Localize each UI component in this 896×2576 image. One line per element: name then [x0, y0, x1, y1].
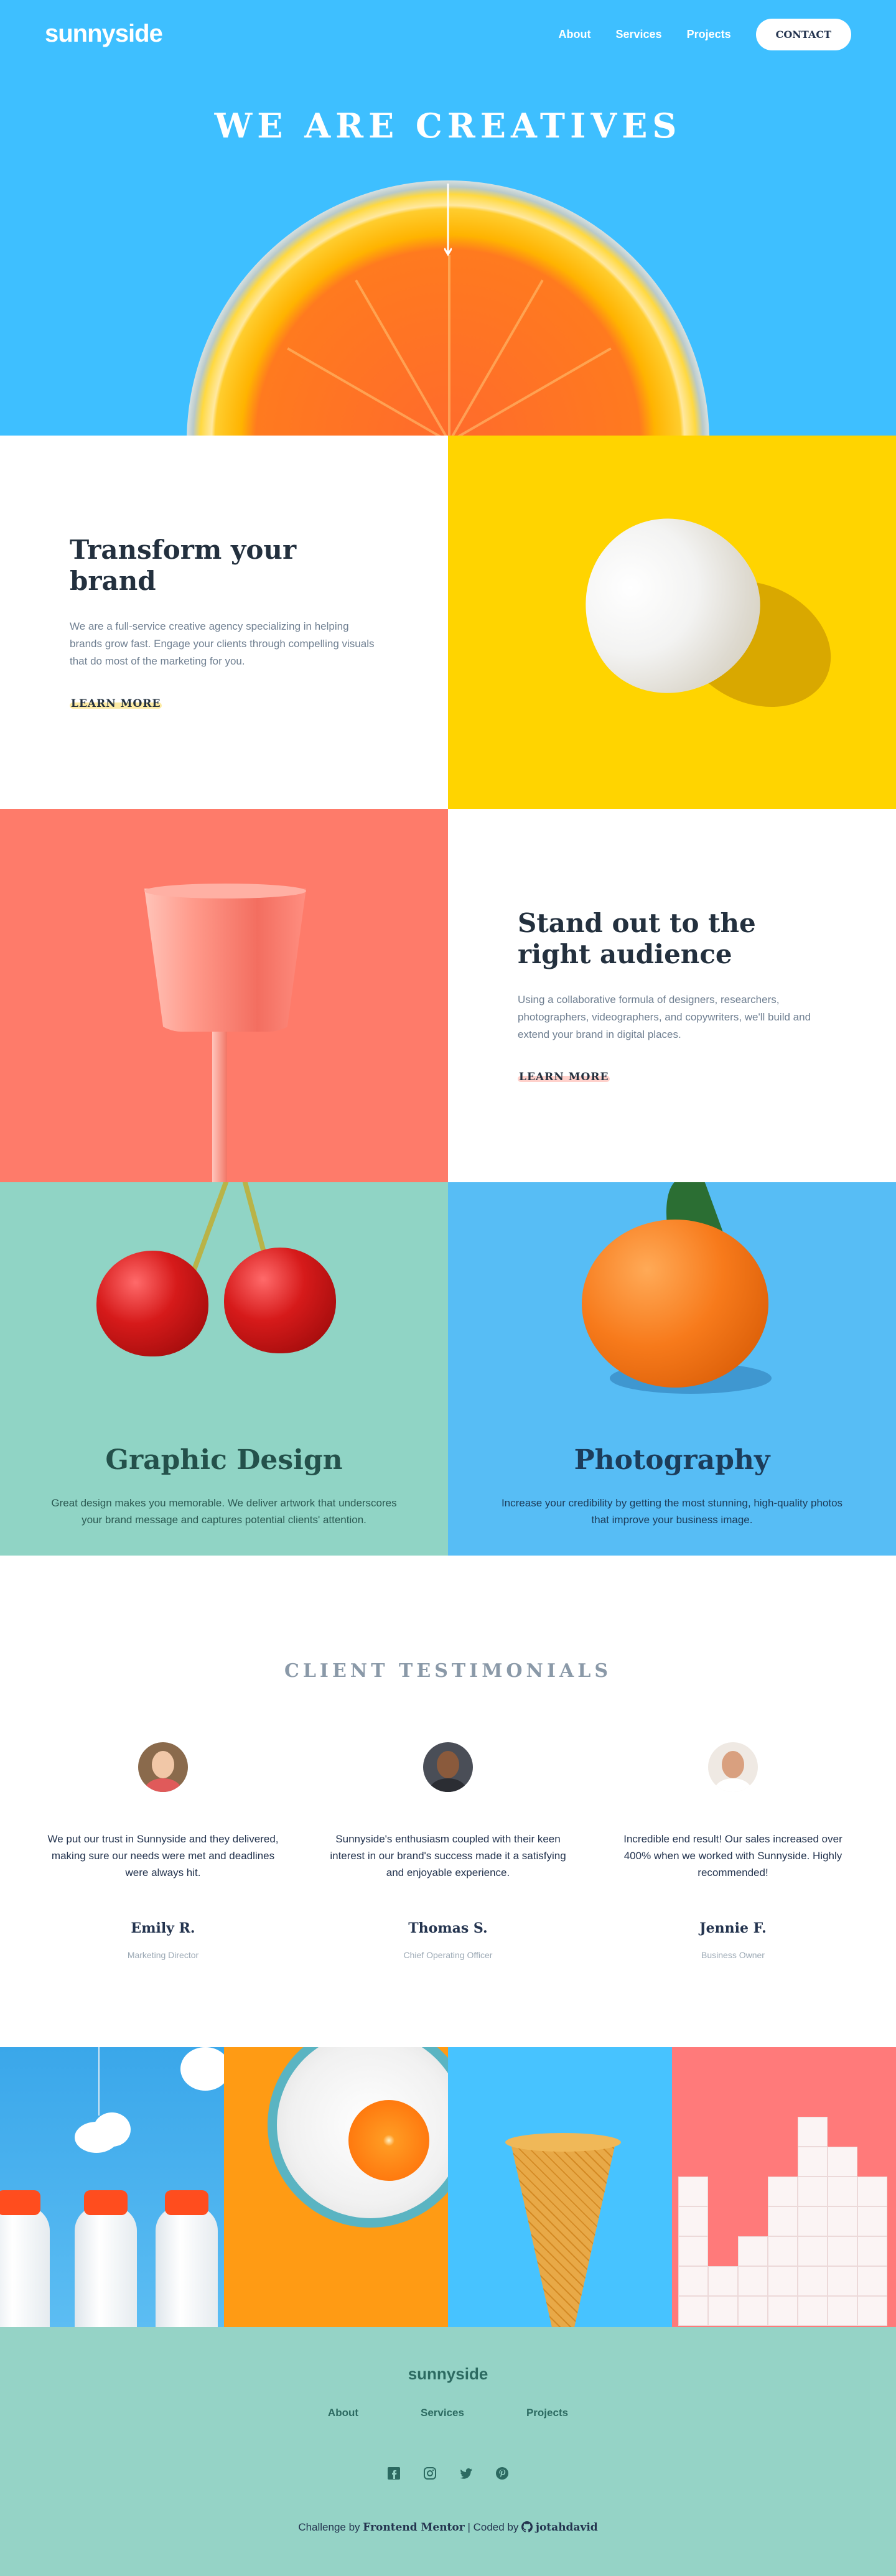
main-nav: About Services Projects CONTACT [559, 19, 851, 50]
service-title: Photography [574, 1444, 770, 1476]
testimonial-name: Thomas S. [408, 1920, 488, 1936]
feature-title: Stand out to the right audience [518, 907, 756, 969]
author-link[interactable]: jotahdavid [536, 2521, 598, 2534]
challenge-by-text: Challenge by [298, 2521, 360, 2533]
footer-nav-services[interactable]: Services [421, 2407, 464, 2419]
glass-image [0, 809, 448, 1182]
learn-more-link[interactable]: LEARN MORE [70, 698, 162, 710]
service-graphic-design: Graphic Design Great design makes you me… [0, 1182, 448, 1556]
avatar [138, 1742, 188, 1792]
testimonial-quote: Sunnyside's enthusiasm coupled with thei… [330, 1833, 566, 1879]
footer-logo[interactable]: sunnyside [0, 2364, 896, 2384]
testimonial-card: We put our trust in Sunnyside and they d… [45, 1742, 281, 1960]
contact-button[interactable]: CONTACT [755, 19, 851, 50]
nav-services[interactable]: Services [615, 28, 661, 41]
footer-nav-about[interactable]: About [328, 2407, 358, 2419]
testimonial-card: Sunnyside's enthusiasm coupled with thei… [330, 1742, 566, 1960]
testimonial-name: Emily R. [131, 1920, 195, 1936]
twitter-icon[interactable] [459, 2466, 473, 2480]
nav-projects[interactable]: Projects [687, 28, 731, 41]
arrow-down-icon[interactable] [444, 184, 452, 258]
hero-title: WE ARE CREATIVES [214, 106, 682, 146]
gallery-ice-cream-cone [448, 2047, 672, 2327]
attribution-separator: | [467, 2521, 470, 2533]
feature-text: Stand out to the right audience Using a … [448, 809, 896, 1182]
footer-nav-projects[interactable]: Projects [526, 2407, 568, 2419]
nav-about[interactable]: About [559, 28, 591, 41]
feature-title: Transform your brand [70, 534, 297, 596]
social-links [0, 2466, 896, 2480]
testimonial-role: Business Owner [701, 1949, 765, 1960]
feature-standout: Stand out to the right audience Using a … [0, 809, 896, 1182]
service-body: Increase your credibility by getting the… [501, 1496, 843, 1526]
gallery-orange-plate [224, 2047, 448, 2327]
gallery-sugar-cubes [672, 2047, 896, 2327]
services-section: Graphic Design Great design makes you me… [0, 1182, 896, 1556]
testimonial-card: Incredible end result! Our sales increas… [615, 1742, 851, 1960]
attribution: Challenge by Frontend Mentor | Coded by … [0, 2521, 896, 2534]
egg-image [448, 436, 896, 809]
feature-text: Transform your brand We are a full-servi… [0, 436, 448, 809]
learn-more-link[interactable]: LEARN MORE [518, 1071, 610, 1083]
testimonial-quote: We put our trust in Sunnyside and they d… [47, 1833, 279, 1879]
testimonial-role: Marketing Director [127, 1949, 199, 1960]
testimonials-section: CLIENT TESTIMONIALS We put our trust in … [0, 1556, 896, 2047]
hero-section: sunnyside About Services Projects CONTAC… [0, 0, 896, 436]
testimonials-list: We put our trust in Sunnyside and they d… [45, 1742, 851, 1960]
github-icon [521, 2521, 536, 2533]
service-body: Great design makes you memorable. We del… [51, 1496, 397, 1526]
gallery-milk-bottles [0, 2047, 224, 2327]
feature-transform: Transform your brand We are a full-servi… [0, 436, 896, 809]
feature-body: We are a full-service creative agency sp… [70, 620, 375, 668]
pinterest-icon[interactable] [495, 2466, 509, 2480]
frontend-mentor-link[interactable]: Frontend Mentor [363, 2521, 464, 2534]
gallery-section [0, 2047, 896, 2327]
coded-by-text: Coded by [473, 2521, 519, 2533]
testimonials-title: CLIENT TESTIMONIALS [284, 1660, 612, 1682]
footer: sunnyside About Services Projects Challe… [0, 2327, 896, 2576]
testimonial-role: Chief Operating Officer [403, 1949, 493, 1960]
testimonial-quote: Incredible end result! Our sales increas… [623, 1833, 842, 1879]
avatar [708, 1742, 758, 1792]
footer-nav: About Services Projects [0, 2407, 896, 2419]
avatar [423, 1742, 473, 1792]
instagram-icon[interactable] [423, 2466, 437, 2480]
service-title: Graphic Design [105, 1444, 343, 1476]
logo[interactable]: sunnyside [45, 20, 163, 48]
testimonial-name: Jennie F. [699, 1920, 767, 1936]
facebook-icon[interactable] [387, 2466, 401, 2480]
feature-body: Using a collaborative formula of designe… [518, 994, 811, 1041]
service-photography: Photography Increase your credibility by… [448, 1182, 896, 1556]
